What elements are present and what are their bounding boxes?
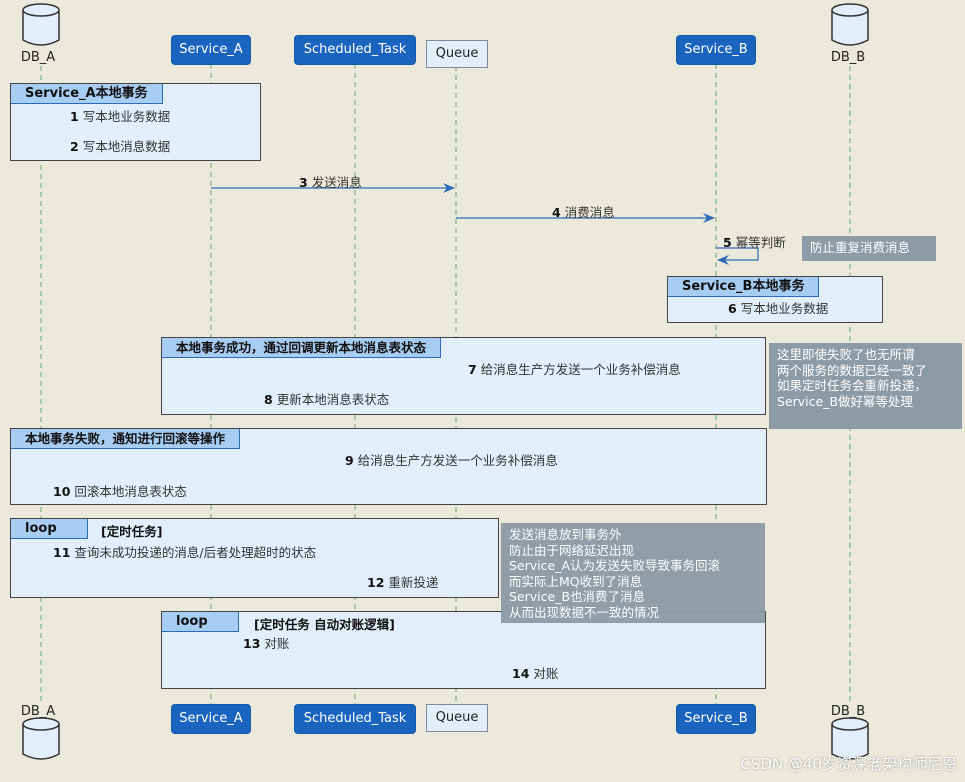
message-number: 7 (468, 362, 477, 377)
message-text: 幂等判断 (735, 235, 786, 250)
message-text: 消费消息 (564, 205, 615, 220)
message-text: 更新本地消息表状态 (276, 392, 390, 407)
message-4: 4 消费消息 (552, 202, 615, 221)
database-icon-db-b-top (831, 3, 869, 46)
message-text: 对账 (533, 666, 559, 681)
message-text: 重新投递 (388, 575, 439, 590)
message-5: 5 幂等判断 (723, 232, 786, 251)
message-number: 10 (53, 484, 71, 499)
message-number: 12 (367, 575, 385, 590)
message-2: 2 写本地消息数据 (70, 136, 170, 155)
participant-service-a-bottom[interactable]: Service_A (172, 705, 250, 733)
watermark: CSDN @40岁资深老架构师尼恩 (740, 755, 957, 773)
message-number: 6 (728, 301, 737, 316)
loop-condition: [定时任务 自动对账逻辑] (254, 617, 395, 632)
message-3: 3 发送消息 (299, 172, 362, 191)
group-title: Service_B本地事务 (668, 277, 820, 297)
message-number: 11 (53, 545, 71, 560)
message-text: 给消息生产方发送一个业务补偿消息 (480, 362, 681, 377)
participant-queue-bottom[interactable]: Queue (426, 704, 488, 732)
message-text: 查询未成功投递的消息/后者处理超时的状态 (74, 545, 317, 560)
message-text: 给消息生产方发送一个业务补偿消息 (357, 453, 558, 468)
participant-scheduled-task-bottom[interactable]: Scheduled_Task (295, 705, 415, 733)
message-text: 写本地消息数据 (82, 139, 171, 154)
message-9: 9 给消息生产方发送一个业务补偿消息 (345, 450, 558, 469)
note-line: 从而出现数据不一致的情况 (509, 604, 660, 620)
message-14: 14 对账 (512, 663, 558, 682)
message-8: 8 更新本地消息表状态 (264, 389, 389, 408)
message-text: 发送消息 (311, 175, 362, 190)
note-line: Service_B做好幂等处理 (777, 393, 914, 409)
message-number: 13 (243, 636, 261, 651)
message-number: 3 (299, 175, 308, 190)
loop-label: loop (162, 612, 239, 632)
message-number: 14 (512, 666, 530, 681)
message-12: 12 重新投递 (367, 572, 438, 591)
note-callback-failure: 这里即使失败了也无所谓 两个服务的数据已经一致了 如果定时任务会重新投递， Se… (769, 343, 962, 429)
message-number: 4 (552, 205, 561, 220)
message-text: 回滚本地消息表状态 (74, 484, 187, 499)
participant-scheduled-task-top[interactable]: Scheduled_Task (295, 36, 415, 64)
message-text: 写本地业务数据 (82, 109, 171, 124)
participant-queue-top[interactable]: Queue (426, 40, 488, 68)
participant-service-a-top[interactable]: Service_A (172, 36, 250, 64)
note-line: Service_A认为发送失败导致事务回滚 (509, 558, 720, 573)
message-number: 9 (345, 453, 354, 468)
participant-service-b-top[interactable]: Service_B (677, 36, 755, 64)
group-title: 本地事务失败，通知进行回滚等操作 (11, 429, 241, 449)
note-line: 发送消息放到事务外 (509, 527, 622, 542)
database-icon-db-a-bottom (22, 717, 60, 760)
note-prevent-duplicate: 防止重复消费消息 (802, 236, 936, 261)
participant-db-a-top[interactable]: DB_A (8, 50, 68, 65)
message-text: 写本地业务数据 (740, 301, 829, 316)
message-number: 5 (723, 235, 732, 250)
message-1: 1 写本地业务数据 (70, 106, 170, 125)
note-line: 这里即使失败了也无所谓 (777, 347, 915, 362)
participant-db-b-bottom[interactable]: DB_B (818, 704, 878, 719)
note-line: Service_B也消费了消息 (509, 589, 646, 604)
loop-label: loop (11, 519, 88, 539)
database-icon-db-a-top (22, 3, 60, 46)
note-line: 如果定时任务会重新投递， (777, 378, 928, 393)
note-line: 而实际上MQ收到了消息 (509, 573, 643, 589)
participant-db-b-top[interactable]: DB_B (818, 50, 878, 65)
message-number: 8 (264, 392, 273, 407)
message-7: 7 给消息生产方发送一个业务补偿消息 (468, 359, 681, 378)
message-text: 对账 (264, 636, 290, 651)
participant-db-a-bottom[interactable]: DB_A (8, 704, 68, 719)
note-line: 防止由于网络延迟出现 (509, 542, 635, 558)
message-6: 6 写本地业务数据 (728, 298, 828, 317)
participant-service-b-bottom[interactable]: Service_B (677, 705, 755, 733)
message-13: 13 对账 (243, 633, 289, 652)
note-line: 防止重复消费消息 (810, 240, 911, 255)
note-line: 两个服务的数据已经一致了 (777, 362, 928, 378)
message-10: 10 回滚本地消息表状态 (53, 481, 187, 500)
message-number: 1 (70, 109, 79, 124)
loop-condition: [定时任务] (101, 524, 163, 539)
group-title: Service_A本地事务 (11, 84, 163, 104)
message-number: 2 (70, 139, 79, 154)
message-11: 11 查询未成功投递的消息/后者处理超时的状态 (53, 542, 316, 561)
note-send-outside-transaction: 发送消息放到事务外 防止由于网络延迟出现 Service_A认为发送失败导致事务… (501, 523, 765, 623)
sequence-diagram: Service_A本地事务 Service_B本地事务 本地事务成功，通过回调更… (0, 0, 965, 782)
group-title: 本地事务成功，通过回调更新本地消息表状态 (162, 338, 442, 358)
